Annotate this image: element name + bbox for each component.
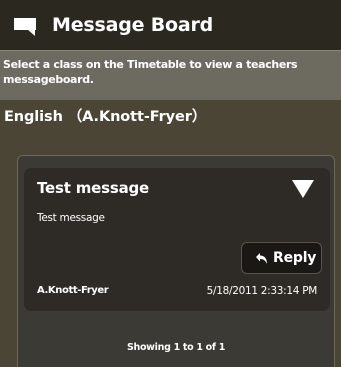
page-title: Message Board <box>52 14 214 36</box>
reply-button[interactable]: Reply <box>241 242 322 274</box>
header-bar: Message Board <box>0 0 341 50</box>
message-body: Test message <box>37 212 105 224</box>
instructions-bar: Select a class on the Timetable to view … <box>0 50 341 100</box>
reply-arrow-icon <box>254 251 268 265</box>
pagination-status: Showing 1 to 1 of 1 <box>126 342 226 353</box>
expand-toggle-icon[interactable] <box>290 178 316 200</box>
message-author: A.Knott-Fryer <box>37 285 109 296</box>
reply-button-label: Reply <box>273 250 317 266</box>
message-icon <box>14 18 36 36</box>
instructions-text: Select a class on the Timetable to view … <box>3 58 298 86</box>
message-board: Message Board Select a class on the Time… <box>0 0 341 367</box>
message-date: 5/18/2011 2:33:14 PM <box>206 285 318 297</box>
message-subject: Test message <box>37 179 150 197</box>
class-title: English （A.Knott-Fryer） <box>4 109 207 125</box>
